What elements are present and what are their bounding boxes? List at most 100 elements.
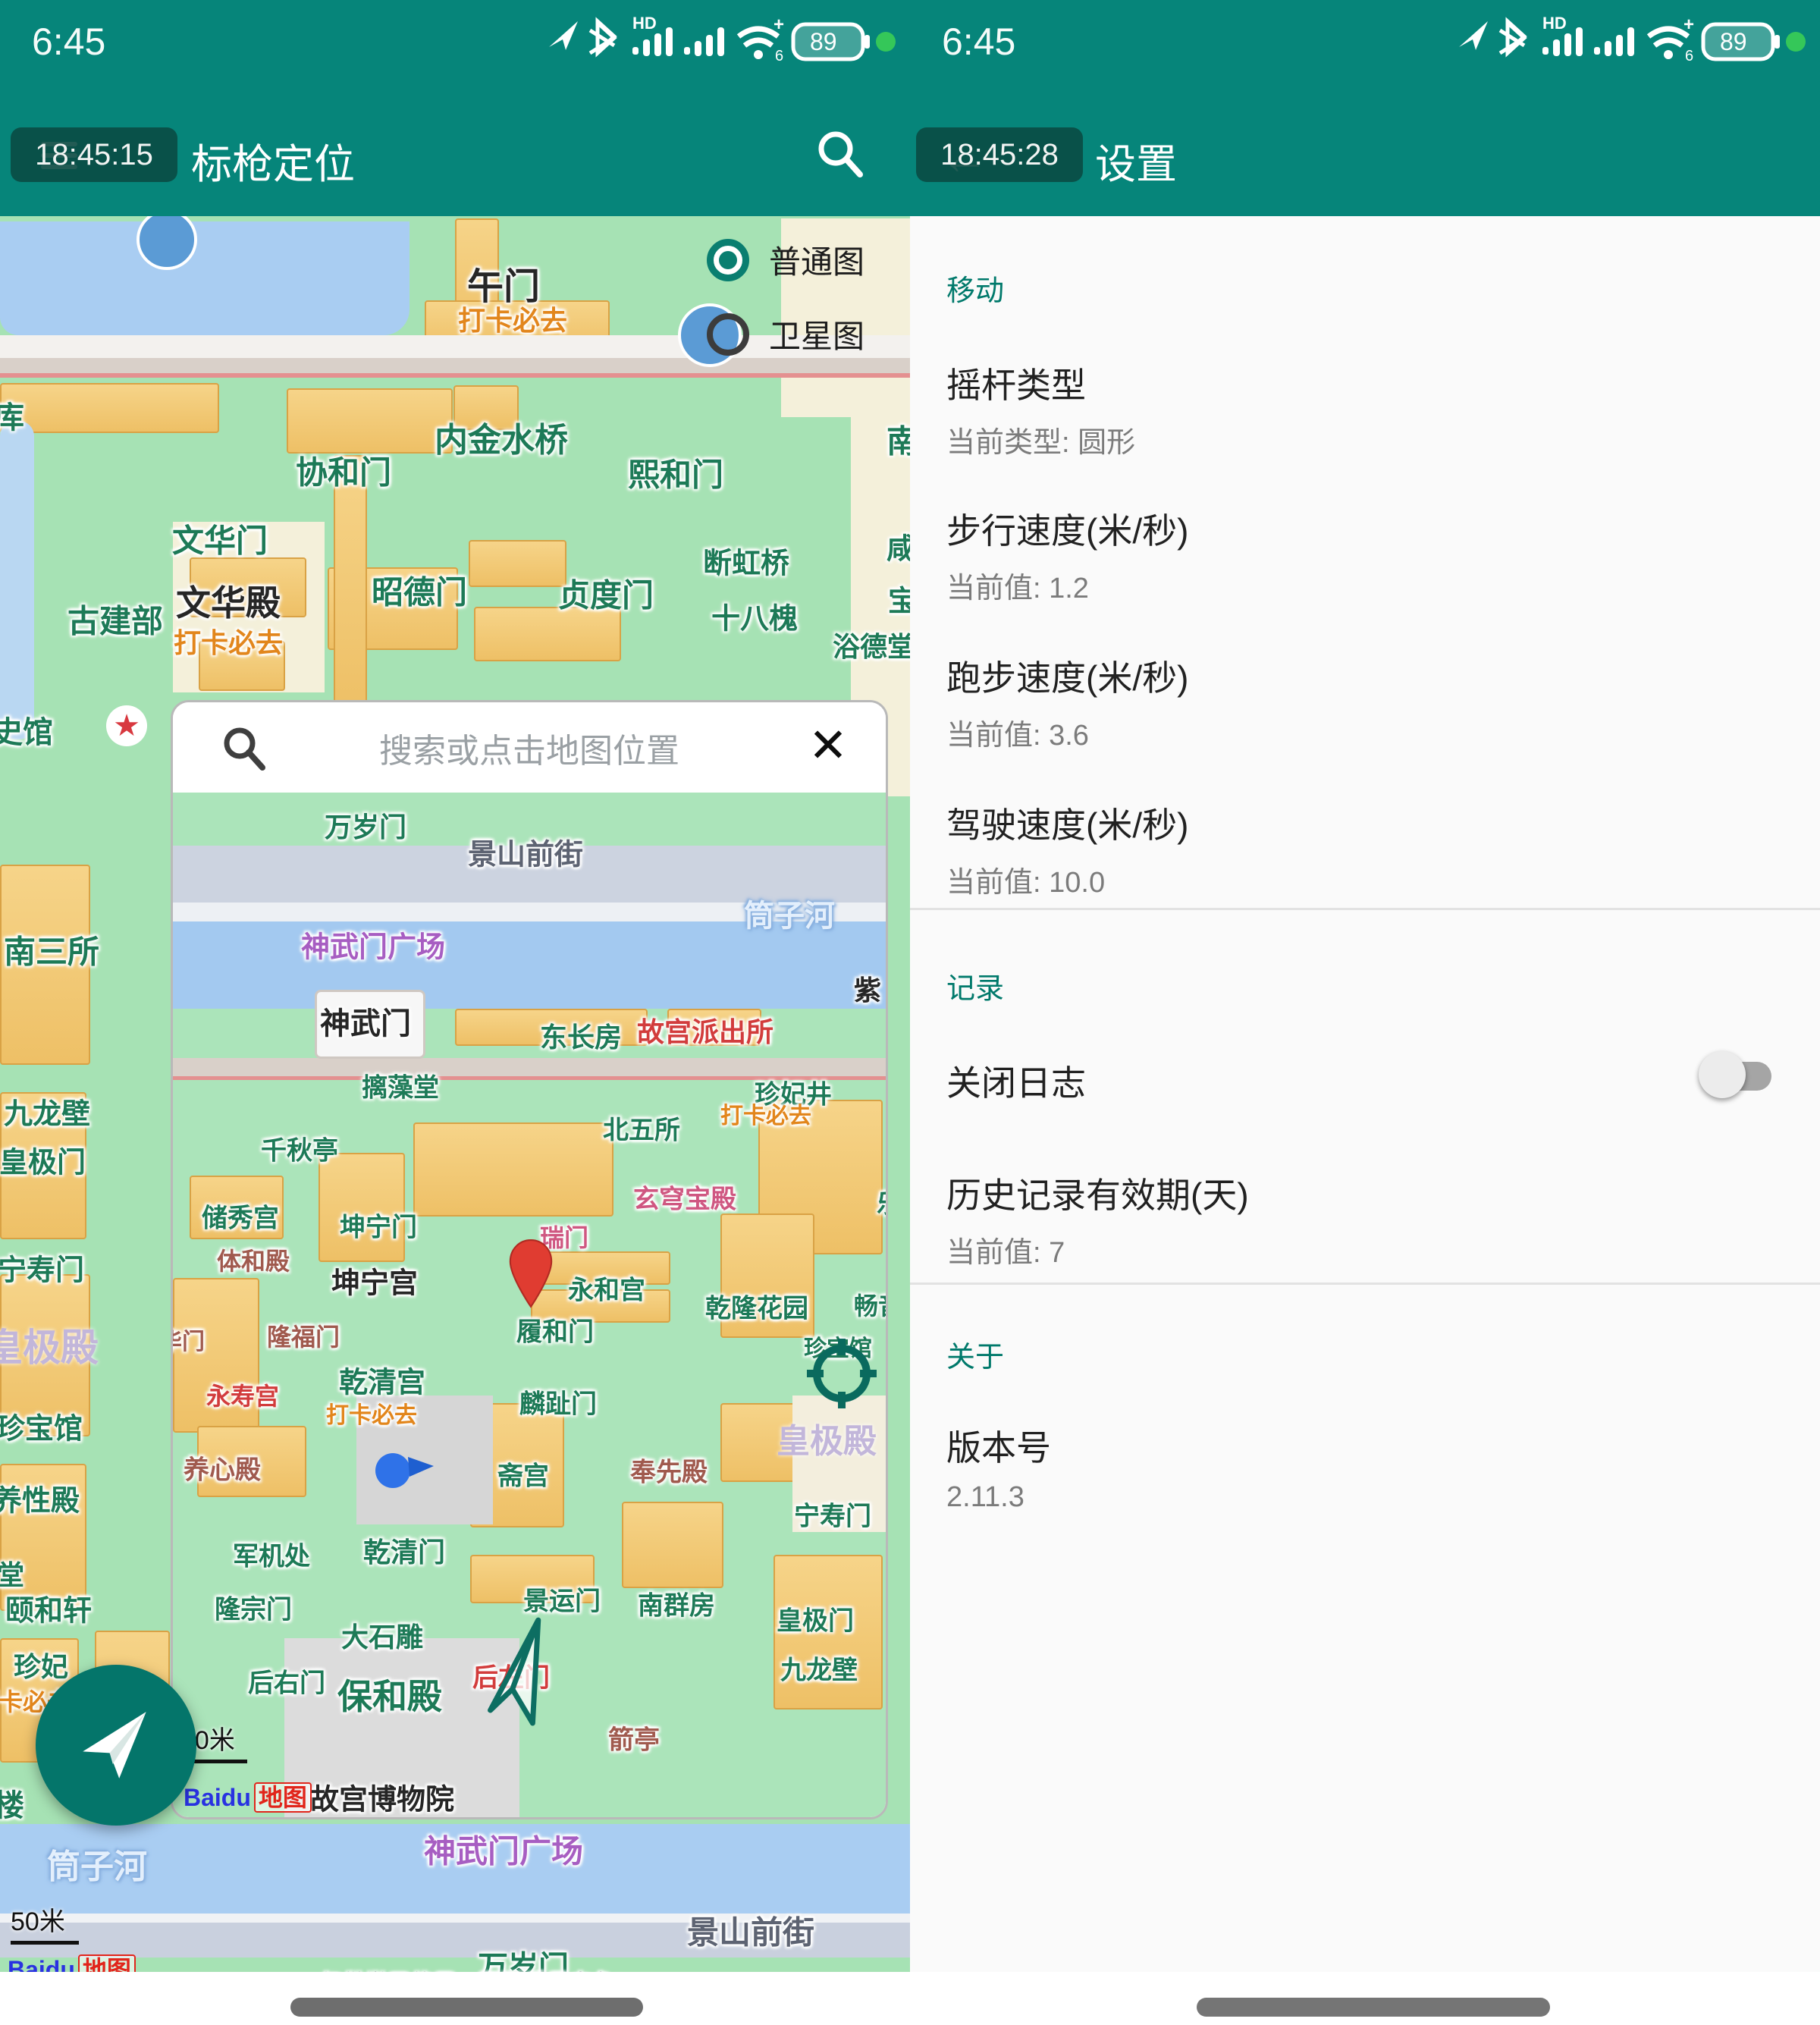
settings-item-version[interactable]: 版本号 2.11.3 <box>946 1421 1784 1514</box>
recording-timestamp-badge: 18:45:15 <box>11 127 177 182</box>
disable-log-toggle[interactable] <box>1699 1057 1771 1094</box>
map-label: 神武门广场 <box>301 924 445 965</box>
map-label: 文华门 <box>172 516 268 562</box>
teleport-fab-button[interactable] <box>36 1665 196 1826</box>
search-icon[interactable] <box>814 127 866 179</box>
item-title: 步行速度(米/秒) <box>946 504 1784 554</box>
map-label: 箭亭 <box>608 1719 660 1757</box>
radio-selected-icon[interactable] <box>707 239 749 281</box>
item-subtitle: 当前类型: 圆形 <box>946 419 1784 460</box>
map-label: 筒子河 <box>47 1839 147 1888</box>
current-location-icon <box>367 1443 440 1492</box>
map-label: 咸 <box>886 526 910 567</box>
map-label: 东长房 <box>540 1016 622 1055</box>
map-label: 养性殿 <box>0 1477 80 1519</box>
map-label: 永和宫 <box>568 1270 645 1307</box>
map-label: 宝 <box>888 578 910 620</box>
app-bar: 6:45 18:45:15 标枪定位 <box>0 0 910 216</box>
search-bar[interactable]: 搜索或点击地图位置 ✕ <box>173 702 886 793</box>
radio-label: 卫星图 <box>769 311 864 357</box>
status-clock: 6:45 <box>32 20 105 64</box>
radio-unselected-icon[interactable] <box>707 313 749 356</box>
map-label: 摛藻堂 <box>362 1067 439 1104</box>
item-subtitle: 当前值: 1.2 <box>946 564 1784 606</box>
status-icons <box>543 14 899 62</box>
map-label: 库 <box>0 393 24 437</box>
map-label: 紫 <box>854 969 881 1008</box>
map-label: 麟趾门 <box>519 1383 597 1421</box>
item-title: 历史记录有效期(天) <box>946 1168 1784 1218</box>
divider <box>910 1282 1820 1285</box>
item-subtitle: 当前值: 7 <box>946 1229 1784 1270</box>
map-label: 乾清门 <box>363 1531 445 1570</box>
map-label: 乾清宫 <box>339 1359 425 1401</box>
map-label: 南三所 <box>4 927 99 973</box>
map-label: 筒子河 <box>744 891 835 935</box>
map-label: 景山前街 <box>687 1907 814 1954</box>
map-label: 乐 <box>877 1183 886 1220</box>
gesture-pill[interactable] <box>290 1998 643 2017</box>
map-label: 故宫博物院 <box>310 1776 454 1818</box>
map-label: 隆宗门 <box>215 1589 292 1626</box>
search-icon <box>220 724 268 772</box>
map-label: 打卡必去 <box>720 1097 811 1130</box>
map-label: 十八槐 <box>711 595 798 637</box>
map-label: 景山前街 <box>468 831 583 873</box>
map-label: 华门 <box>173 1323 205 1356</box>
map-label: 永寿宫 <box>206 1377 279 1412</box>
gesture-bar <box>0 1972 910 2025</box>
search-input[interactable]: 搜索或点击地图位置 <box>379 724 679 772</box>
paper-plane-sketch-icon <box>469 1612 567 1748</box>
map-label: 打卡必去 <box>174 621 283 661</box>
screenshot-root: ★ 午门打卡必去库内金水桥协和门熙和门南文华门昭德门贞度门断虹桥十八槐咸宝文华殿… <box>0 0 1820 2025</box>
map-label: 皇极殿 <box>0 1317 99 1372</box>
map-label: 内金水桥 <box>435 413 568 461</box>
status-clock: 6:45 <box>942 20 1015 64</box>
close-icon[interactable]: ✕ <box>808 717 848 773</box>
map-label: 斋宫 <box>497 1455 549 1493</box>
map-label: 神武门广场 <box>424 1826 583 1873</box>
map-label: 坤宁门 <box>340 1207 417 1244</box>
map-label: 储秀宫 <box>202 1198 279 1235</box>
settings-item-drive-speed[interactable]: 驾驶速度(米/秒) 当前值: 10.0 <box>946 798 1784 900</box>
map-label: 履和门 <box>516 1311 594 1348</box>
gesture-pill[interactable] <box>1197 1998 1550 2017</box>
phone-left-map-screen: ★ 午门打卡必去库内金水桥协和门熙和门南文华门昭德门贞度门断虹桥十八槐咸宝文华殿… <box>0 0 910 2025</box>
map-label: 熙和门 <box>628 450 723 496</box>
recording-timestamp-badge: 18:45:28 <box>916 127 1083 182</box>
map-label: 千秋亭 <box>261 1130 338 1167</box>
gesture-bar <box>910 1972 1820 2025</box>
item-title: 摇杆类型 <box>946 358 1784 408</box>
settings-item-run-speed[interactable]: 跑步速度(米/秒) 当前值: 3.6 <box>946 651 1784 753</box>
crosshair-icon <box>805 1337 878 1410</box>
settings-item-disable-log[interactable]: 关闭日志 <box>946 1056 1784 1106</box>
section-header-movement: 移动 <box>946 267 1004 309</box>
item-title: 跑步速度(米/秒) <box>946 651 1784 701</box>
settings-item-history-retention[interactable]: 历史记录有效期(天) 当前值: 7 <box>946 1168 1784 1270</box>
map-label: 皇极殿 <box>777 1414 877 1462</box>
map-type-option-satellite[interactable]: 卫星图 <box>707 311 864 357</box>
map-label: 昭德门 <box>372 567 467 614</box>
map-label: 神武门 <box>320 999 411 1043</box>
map-label: 楼 <box>0 1781 24 1825</box>
mini-map[interactable]: 万岁门景山前街筒子河神武门广场神武门东长房故宫派出所紫摛藻堂珍妃井打卡必去千秋亭… <box>173 793 886 1817</box>
map-label: 史馆 <box>0 708 53 752</box>
settings-item-walk-speed[interactable]: 步行速度(米/秒) 当前值: 1.2 <box>946 504 1784 606</box>
map-label: 皇极门 <box>777 1600 854 1637</box>
map-label: 乾隆花园 <box>705 1288 808 1325</box>
phone-right-settings-screen: 6:45 ← 18:45:28 设置 移动 摇杆类型 当前类型: 圆形 步行速度… <box>910 0 1820 2025</box>
map-label: 珍妃 <box>14 1645 68 1684</box>
map-label: 南群房 <box>638 1585 715 1622</box>
map-label: 协和门 <box>296 447 391 494</box>
item-title: 关闭日志 <box>946 1056 1784 1106</box>
settings-item-joystick-type[interactable]: 摇杆类型 当前类型: 圆形 <box>946 358 1784 460</box>
map-type-option-normal[interactable]: 普通图 <box>707 237 864 283</box>
location-pin-icon <box>504 1239 557 1308</box>
section-header-records: 记录 <box>946 965 1004 1006</box>
map-label: 宁寿门 <box>794 1496 871 1533</box>
item-subtitle: 当前值: 3.6 <box>946 711 1784 753</box>
map-label: 体和殿 <box>217 1242 290 1277</box>
map-label: 北五所 <box>603 1110 680 1147</box>
map-label: 大石雕 <box>341 1615 423 1655</box>
map-label: 古建部 <box>67 596 163 642</box>
